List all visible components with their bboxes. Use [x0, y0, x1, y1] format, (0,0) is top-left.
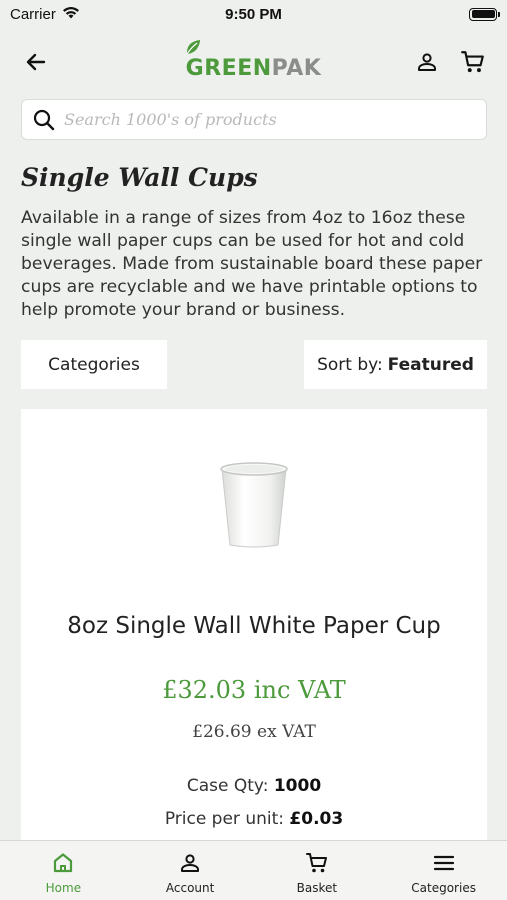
- sort-button[interactable]: Sort by: Featured: [304, 340, 487, 389]
- product-card[interactable]: 8oz Single Wall White Paper Cup £32.03 i…: [21, 409, 487, 849]
- tab-basket-label: Basket: [296, 881, 338, 895]
- tab-account[interactable]: Account: [127, 841, 254, 900]
- carrier-label: Carrier: [10, 5, 56, 23]
- page-title: Single Wall Cups: [21, 163, 258, 192]
- tab-categories-label: Categories: [411, 881, 476, 895]
- tab-categories[interactable]: Categories: [380, 841, 507, 900]
- unit-price-value: £0.03: [289, 809, 344, 829]
- basket-button[interactable]: [457, 46, 489, 78]
- tab-basket[interactable]: Basket: [254, 841, 381, 900]
- search-input[interactable]: [64, 110, 464, 129]
- bottom-tab-bar: Home Account Basket Categories: [0, 840, 507, 900]
- search-bar[interactable]: [21, 99, 487, 140]
- list-controls: Categories Sort by: Featured: [21, 340, 487, 389]
- case-qty-value: 1000: [273, 776, 322, 796]
- search-icon: [28, 104, 60, 136]
- cart-icon: [305, 853, 327, 873]
- status-left: Carrier: [10, 6, 80, 23]
- unit-price-label: Price per unit:: [164, 809, 284, 829]
- header-actions: [411, 46, 489, 78]
- tab-home[interactable]: Home: [0, 841, 127, 900]
- categories-button[interactable]: Categories: [21, 340, 167, 389]
- wifi-icon: [62, 6, 80, 23]
- user-icon: [418, 53, 436, 71]
- user-icon: [181, 854, 200, 872]
- tab-account-label: Account: [165, 881, 215, 895]
- menu-icon: [433, 855, 454, 871]
- sort-value: Featured: [387, 354, 474, 375]
- back-button[interactable]: [20, 46, 52, 78]
- leaf-icon: [186, 40, 200, 55]
- case-qty: Case Qty: 1000: [21, 776, 487, 796]
- tab-home-label: Home: [45, 881, 82, 895]
- price-inc-vat: £32.03 inc VAT: [162, 676, 346, 704]
- brand-logo[interactable]: GREEN PAK: [186, 40, 322, 80]
- app-header: GREEN PAK: [0, 36, 507, 88]
- product-name[interactable]: 8oz Single Wall White Paper Cup: [21, 613, 487, 639]
- battery-icon: [469, 7, 500, 21]
- category-description: Available in a range of sizes from 4oz t…: [21, 208, 483, 320]
- home-icon: [54, 853, 73, 873]
- logo-text-gray: PAK: [271, 56, 322, 81]
- status-bar: Carrier 9:50 PM: [0, 0, 507, 28]
- arrow-left-icon: [26, 53, 46, 71]
- cart-icon: [461, 51, 484, 73]
- product-image[interactable]: [218, 459, 290, 556]
- logo-text-green: GREEN: [185, 56, 272, 81]
- case-qty-label: Case Qty:: [186, 776, 269, 796]
- paper-cup-image: [220, 462, 288, 548]
- categories-button-label: Categories: [48, 354, 140, 375]
- price-ex-vat: £26.69 ex VAT: [192, 722, 316, 742]
- account-button[interactable]: [411, 46, 443, 78]
- unit-price: Price per unit: £0.03: [21, 809, 487, 829]
- sort-prefix: Sort by:: [317, 354, 383, 375]
